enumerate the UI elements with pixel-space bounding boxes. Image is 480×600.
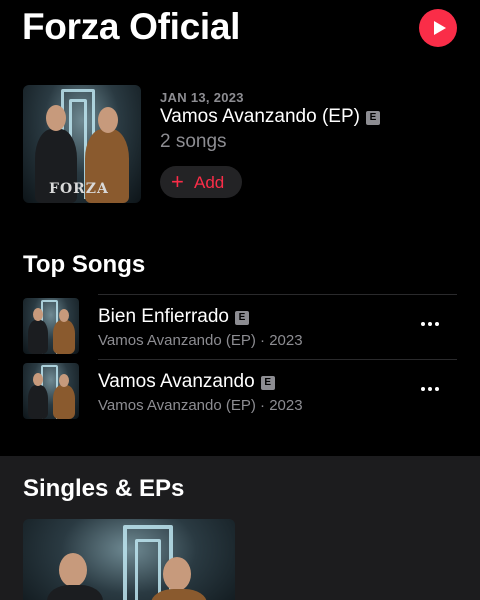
song-title: Vamos Avanzando E bbox=[98, 371, 275, 393]
latest-release[interactable]: FORZA JAN 13, 2023 Vamos Avanzando (EP) E… bbox=[23, 85, 457, 205]
cover-logo: FORZA bbox=[49, 181, 109, 197]
release-song-count: 2 songs bbox=[160, 131, 227, 152]
plus-icon: + bbox=[171, 169, 184, 194]
release-title-text: Vamos Avanzando (EP) bbox=[160, 106, 360, 127]
song-title: Bien Enfierrado E bbox=[98, 306, 249, 328]
divider bbox=[98, 359, 457, 360]
explicit-badge: E bbox=[260, 376, 275, 390]
release-date: JAN 13, 2023 bbox=[160, 90, 244, 105]
song-title-text: Vamos Avanzando bbox=[98, 371, 255, 392]
song-row[interactable]: Bien Enfierrado E Vamos Avanzando (EP) · … bbox=[23, 294, 457, 356]
header: Forza Oficial bbox=[0, 0, 480, 60]
song-subtitle: Vamos Avanzando (EP) · 2023 bbox=[98, 397, 303, 414]
singles-heading[interactable]: Singles & EPs bbox=[23, 475, 184, 503]
explicit-badge: E bbox=[234, 311, 249, 325]
song-cover bbox=[23, 363, 79, 419]
song-subtitle: Vamos Avanzando (EP) · 2023 bbox=[98, 332, 303, 349]
song-title-text: Bien Enfierrado bbox=[98, 306, 229, 327]
more-icon[interactable] bbox=[419, 382, 443, 396]
divider bbox=[98, 294, 457, 295]
more-icon[interactable] bbox=[419, 317, 443, 331]
single-cover[interactable] bbox=[23, 519, 235, 600]
release-title[interactable]: Vamos Avanzando (EP) E bbox=[160, 106, 380, 128]
top-songs-heading[interactable]: Top Songs bbox=[23, 251, 145, 279]
play-icon[interactable] bbox=[419, 9, 457, 47]
song-cover bbox=[23, 298, 79, 354]
artist-name: Forza Oficial bbox=[22, 6, 241, 47]
add-button[interactable]: + Add bbox=[160, 166, 242, 198]
song-row[interactable]: Vamos Avanzando E Vamos Avanzando (EP) · … bbox=[23, 359, 457, 421]
explicit-badge: E bbox=[365, 111, 380, 125]
singles-section: Singles & EPs bbox=[0, 456, 480, 600]
add-label: Add bbox=[194, 173, 225, 192]
latest-release-cover[interactable]: FORZA bbox=[23, 85, 141, 203]
